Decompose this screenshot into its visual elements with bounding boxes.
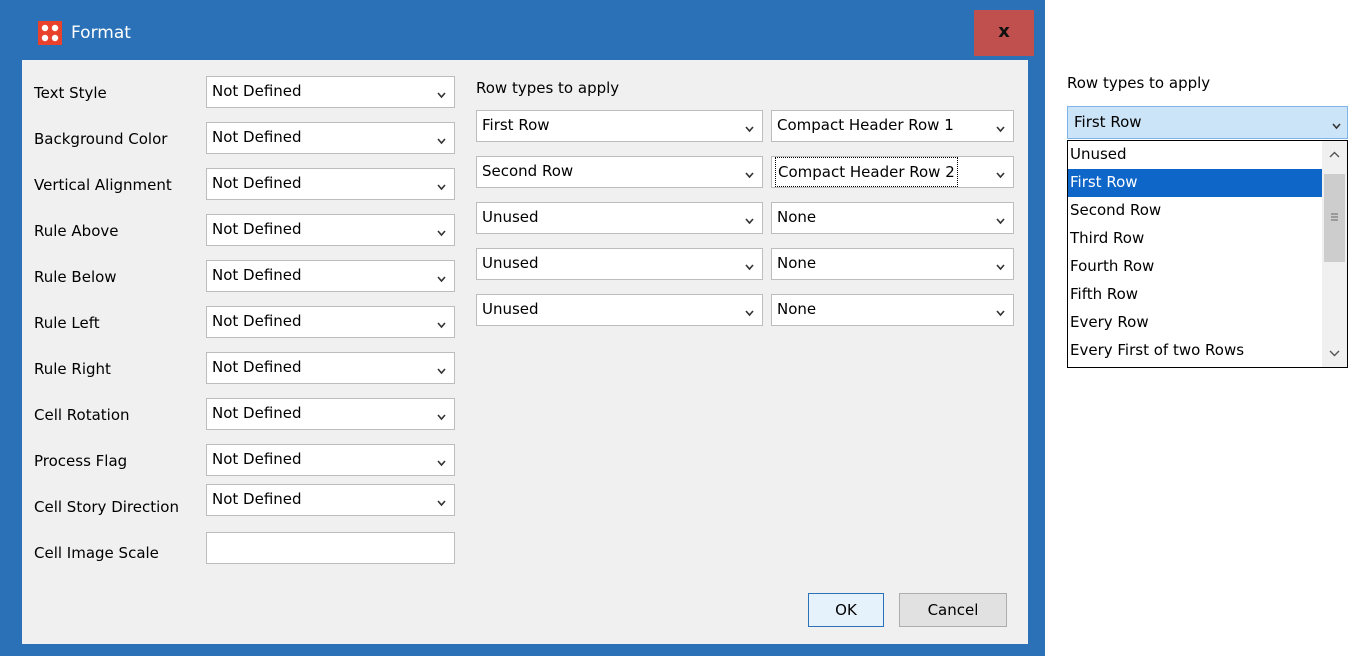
dialog-body: Text Style Background Color Vertical Ali… bbox=[22, 60, 1028, 644]
dropdown-option-unused[interactable]: Unused bbox=[1068, 141, 1322, 169]
scroll-down-icon[interactable] bbox=[1322, 341, 1347, 365]
dropdown-scrollbar[interactable] bbox=[1322, 141, 1347, 367]
dropdown-option-third-row[interactable]: Third Row bbox=[1068, 225, 1322, 253]
label-rule-left: Rule Left bbox=[34, 314, 100, 332]
chevron-down-icon bbox=[996, 172, 1005, 179]
select-value: Not Defined bbox=[212, 490, 302, 508]
row-type-dropdown[interactable]: First Row bbox=[1067, 106, 1348, 139]
label-vertical-alignment: Vertical Alignment bbox=[34, 176, 172, 194]
process-flag-select[interactable]: Not Defined bbox=[206, 444, 455, 476]
background-color-select[interactable]: Not Defined bbox=[206, 122, 455, 154]
chevron-down-icon bbox=[996, 310, 1005, 317]
row-style-select-3[interactable]: None bbox=[771, 202, 1014, 234]
row-types-dropdown-heading: Row types to apply bbox=[1067, 74, 1211, 92]
chevron-down-icon bbox=[745, 218, 754, 225]
select-value: Compact Header Row 1 bbox=[777, 116, 954, 134]
row-type-select-5[interactable]: Unused bbox=[476, 294, 763, 326]
select-value: Not Defined bbox=[212, 174, 302, 192]
dropdown-option-second-row[interactable]: Second Row bbox=[1068, 197, 1322, 225]
row-style-select-2[interactable]: Compact Header Row 2 bbox=[771, 156, 1014, 188]
chevron-down-icon bbox=[996, 264, 1005, 271]
dropdown-option-every-row[interactable]: Every Row bbox=[1068, 309, 1322, 337]
dropdown-option-fourth-row[interactable]: Fourth Row bbox=[1068, 253, 1322, 281]
row-type-dropdown-list: Unused First Row Second Row Third Row Fo… bbox=[1067, 140, 1348, 368]
select-value: Unused bbox=[482, 208, 539, 226]
scrollbar-thumb[interactable] bbox=[1324, 174, 1345, 262]
format-dialog-window: Format x Text Style Background Color Ver… bbox=[0, 0, 1045, 656]
select-value: Not Defined bbox=[212, 312, 302, 330]
cell-story-direction-select[interactable]: Not Defined bbox=[206, 484, 455, 516]
rule-below-select[interactable]: Not Defined bbox=[206, 260, 455, 292]
chevron-down-icon bbox=[745, 310, 754, 317]
chevron-down-icon bbox=[996, 126, 1005, 133]
select-value: None bbox=[777, 208, 817, 226]
row-type-select-4[interactable]: Unused bbox=[476, 248, 763, 280]
chevron-down-icon bbox=[1332, 123, 1341, 130]
cancel-button[interactable]: Cancel bbox=[899, 593, 1007, 627]
select-value: Not Defined bbox=[212, 128, 302, 146]
row-type-select-2[interactable]: Second Row bbox=[476, 156, 763, 188]
select-value: None bbox=[777, 254, 817, 272]
chevron-down-icon bbox=[437, 414, 446, 421]
select-value: Not Defined bbox=[212, 404, 302, 422]
row-types-heading: Row types to apply bbox=[476, 79, 620, 97]
label-cell-rotation: Cell Rotation bbox=[34, 406, 130, 424]
chevron-down-icon bbox=[745, 126, 754, 133]
ok-button[interactable]: OK bbox=[808, 593, 884, 627]
row-style-select-5[interactable]: None bbox=[771, 294, 1014, 326]
chevron-down-icon bbox=[437, 184, 446, 191]
rule-right-select[interactable]: Not Defined bbox=[206, 352, 455, 384]
dropdown-selected-value: First Row bbox=[1074, 113, 1142, 131]
label-background-color: Background Color bbox=[34, 130, 168, 148]
label-rule-below: Rule Below bbox=[34, 268, 117, 286]
chevron-down-icon bbox=[437, 460, 446, 467]
window-title: Format bbox=[71, 23, 131, 43]
title-bar[interactable]: Format x bbox=[0, 0, 1045, 60]
chevron-down-icon bbox=[437, 138, 446, 145]
label-rule-right: Rule Right bbox=[34, 360, 111, 378]
row-style-select-4[interactable]: None bbox=[771, 248, 1014, 280]
select-value: Not Defined bbox=[212, 220, 302, 238]
select-value: Unused bbox=[482, 300, 539, 318]
label-process-flag: Process Flag bbox=[34, 452, 128, 470]
chevron-down-icon bbox=[996, 218, 1005, 225]
vertical-alignment-select[interactable]: Not Defined bbox=[206, 168, 455, 200]
label-cell-story-direction: Cell Story Direction bbox=[34, 498, 179, 516]
label-text-style: Text Style bbox=[34, 84, 107, 102]
cell-rotation-select[interactable]: Not Defined bbox=[206, 398, 455, 430]
select-value: Compact Header Row 2 bbox=[775, 157, 958, 187]
dropdown-option-every-first-of-two-rows[interactable]: Every First of two Rows bbox=[1068, 337, 1322, 365]
rule-above-select[interactable]: Not Defined bbox=[206, 214, 455, 246]
close-button[interactable]: x bbox=[974, 10, 1034, 56]
select-value: Not Defined bbox=[212, 450, 302, 468]
select-value: None bbox=[777, 300, 817, 318]
select-value: Not Defined bbox=[212, 266, 302, 284]
row-type-select-1[interactable]: First Row bbox=[476, 110, 763, 142]
rule-left-select[interactable]: Not Defined bbox=[206, 306, 455, 338]
chevron-down-icon bbox=[437, 500, 446, 507]
select-value: Unused bbox=[482, 254, 539, 272]
chevron-down-icon bbox=[437, 368, 446, 375]
label-rule-above: Rule Above bbox=[34, 222, 119, 240]
dropdown-option-fifth-row[interactable]: Fifth Row bbox=[1068, 281, 1322, 309]
select-value: Not Defined bbox=[212, 358, 302, 376]
row-type-select-3[interactable]: Unused bbox=[476, 202, 763, 234]
chevron-down-icon bbox=[437, 92, 446, 99]
dropdown-option-first-row[interactable]: First Row bbox=[1068, 169, 1322, 197]
grip-icon bbox=[1331, 213, 1338, 221]
chevron-down-icon bbox=[745, 172, 754, 179]
cell-image-scale-input[interactable] bbox=[206, 532, 455, 564]
chevron-down-icon bbox=[437, 230, 446, 237]
app-icon bbox=[38, 21, 62, 45]
select-value: Second Row bbox=[482, 162, 574, 180]
chevron-down-icon bbox=[437, 322, 446, 329]
text-style-select[interactable]: Not Defined bbox=[206, 76, 455, 108]
scroll-up-icon[interactable] bbox=[1322, 143, 1347, 167]
chevron-down-icon bbox=[745, 264, 754, 271]
select-value: Not Defined bbox=[212, 82, 302, 100]
label-cell-image-scale: Cell Image Scale bbox=[34, 544, 159, 562]
chevron-down-icon bbox=[437, 276, 446, 283]
select-value: First Row bbox=[482, 116, 550, 134]
row-style-select-1[interactable]: Compact Header Row 1 bbox=[771, 110, 1014, 142]
